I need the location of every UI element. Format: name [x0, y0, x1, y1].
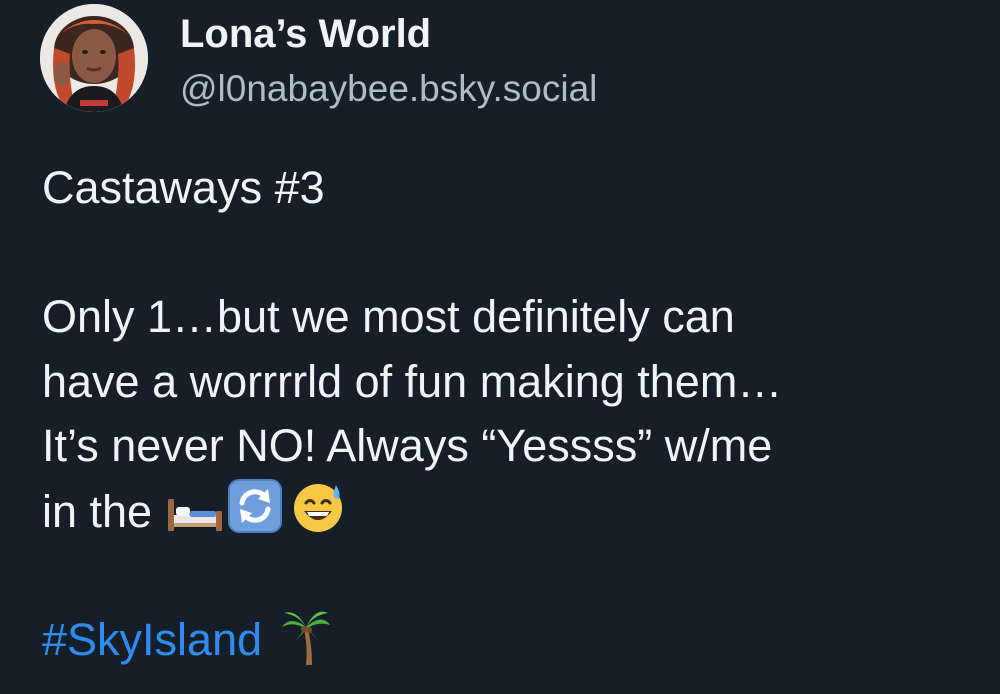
- hashtag-link[interactable]: #SkyIsland: [42, 614, 262, 665]
- post-title-line: Castaways #3: [42, 162, 325, 213]
- post-body-line-4-text: in the: [42, 485, 153, 537]
- post-body-line-1: Only 1…but we most definitely can: [42, 291, 735, 342]
- bed-icon: [166, 493, 224, 533]
- grinning-sweat-face-icon: [292, 481, 344, 533]
- post-body-line-4: in the: [42, 478, 982, 544]
- author-display-name[interactable]: Lona’s World: [180, 8, 431, 60]
- post-text: Castaways #3 Only 1…but we most definite…: [42, 156, 982, 672]
- post-body-line-3: It’s never NO! Always “Yessss” w/me: [42, 420, 773, 471]
- avatar[interactable]: [40, 4, 148, 112]
- post-card: Lona’s World @l0nabaybee.bsky.social Cas…: [0, 0, 1000, 694]
- palm-tree-icon: [280, 609, 332, 665]
- avatar-image: [40, 4, 148, 112]
- author-handle[interactable]: @l0nabaybee.bsky.social: [180, 65, 597, 113]
- repeat-arrows-icon: [228, 478, 283, 533]
- post-body-line-2: have a worrrrld of fun making them…: [42, 355, 783, 407]
- hashtag-line: #SkyIsland: [42, 608, 982, 673]
